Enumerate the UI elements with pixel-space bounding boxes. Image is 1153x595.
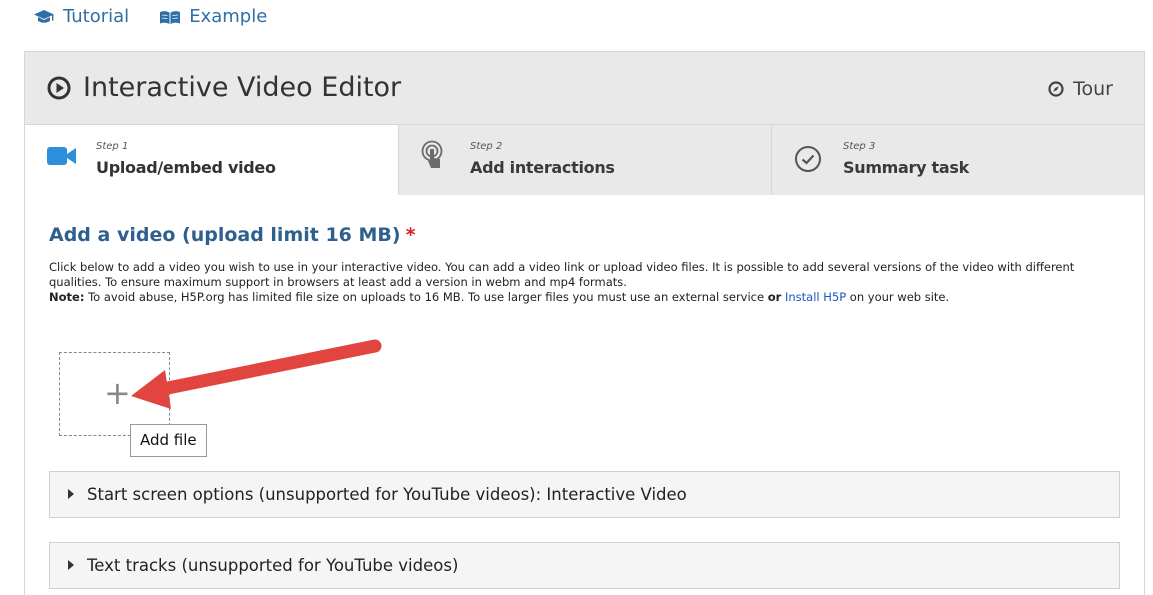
tutorial-link[interactable]: Tutorial: [33, 6, 129, 27]
video-field-title-text: Add a video (upload limit 16 MB): [49, 224, 401, 246]
step-3-number: Step 3: [843, 141, 876, 152]
step-3-label: Summary task: [843, 158, 969, 177]
tour-label: Tour: [1073, 78, 1113, 100]
tab-step-3[interactable]: Step 3 Summary task: [771, 125, 1144, 195]
example-link[interactable]: Example: [159, 6, 267, 27]
note-text-1: To avoid abuse, H5P.org has limited file…: [84, 290, 768, 304]
editor-title: Interactive Video Editor: [47, 72, 401, 103]
install-h5p-link[interactable]: Install H5P: [785, 290, 846, 304]
video-field: Add a video (upload limit 16 MB) * Click …: [49, 224, 1124, 305]
note-text-2: on your web site.: [846, 290, 950, 304]
video-field-title: Add a video (upload limit 16 MB) *: [49, 224, 1124, 246]
step-tabs: Step 1 Upload/embed video Step 2 Add int…: [25, 125, 1144, 195]
graduation-cap-icon: [34, 9, 54, 23]
plus-icon: +: [104, 374, 131, 412]
step-2-label: Add interactions: [470, 158, 615, 177]
touch-pointer-icon: [421, 140, 443, 168]
collapse-arrow-icon: [68, 489, 74, 499]
tab-step-1[interactable]: Step 1 Upload/embed video: [25, 125, 398, 195]
tutorial-link-label: Tutorial: [63, 6, 130, 27]
tour-button[interactable]: Tour: [1048, 78, 1113, 100]
editor-title-text: Interactive Video Editor: [83, 72, 402, 103]
top-links: Tutorial Example: [33, 6, 267, 27]
example-link-label: Example: [189, 6, 268, 27]
note-label: Note:: [49, 290, 85, 304]
step-1-number: Step 1: [96, 141, 129, 152]
video-camera-icon: [47, 147, 76, 165]
note-or: or: [767, 290, 782, 304]
start-screen-options-label: Start screen options (unsupported for Yo…: [87, 485, 687, 504]
tab-step-2[interactable]: Step 2 Add interactions: [398, 125, 771, 195]
step-1-label: Upload/embed video: [96, 158, 276, 177]
interactive-video-editor: Interactive Video Editor Tour Step 1 Upl…: [24, 51, 1145, 595]
open-book-icon: [160, 10, 181, 24]
start-screen-options-section[interactable]: Start screen options (unsupported for Yo…: [49, 471, 1120, 518]
add-file-tooltip: Add file: [130, 424, 207, 457]
description-text: Click below to add a video you wish to u…: [49, 260, 1075, 289]
editor-header: Interactive Video Editor Tour: [25, 52, 1144, 125]
compass-icon: [1048, 81, 1064, 97]
check-circle-icon: [795, 146, 821, 172]
step-2-number: Step 2: [470, 141, 503, 152]
collapse-arrow-icon: [68, 560, 74, 570]
required-mark: *: [405, 224, 416, 246]
video-field-description: Click below to add a video you wish to u…: [49, 260, 1124, 305]
text-tracks-section[interactable]: Text tracks (unsupported for YouTube vid…: [49, 542, 1120, 589]
text-tracks-label: Text tracks (unsupported for YouTube vid…: [87, 556, 459, 575]
play-circle-icon: [47, 76, 71, 99]
